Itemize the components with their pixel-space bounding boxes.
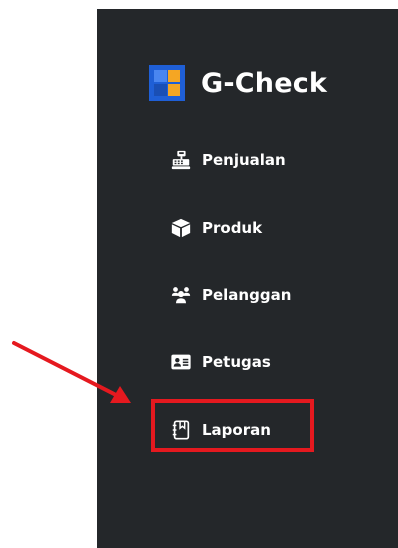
sidebar: G-Check Penjualan Produk Pelanggan Petug… <box>97 9 398 548</box>
users-icon <box>169 283 193 307</box>
id-card-icon <box>169 350 193 374</box>
sidebar-item-produk[interactable]: Produk <box>169 213 262 243</box>
sidebar-item-pelanggan[interactable]: Pelanggan <box>169 280 291 310</box>
sidebar-item-penjualan[interactable]: Penjualan <box>169 145 286 175</box>
sidebar-item-label: Produk <box>202 219 263 237</box>
cash-register-icon <box>169 148 193 172</box>
box-icon <box>169 216 193 240</box>
sidebar-item-label: Pelanggan <box>202 286 292 304</box>
sidebar-item-label: Laporan <box>202 421 271 439</box>
sidebar-item-label: Petugas <box>202 353 271 371</box>
notebook-icon <box>169 418 193 442</box>
sidebar-item-label: Penjualan <box>202 151 286 169</box>
sidebar-item-laporan[interactable]: Laporan <box>169 415 271 445</box>
sidebar-item-petugas[interactable]: Petugas <box>169 347 271 377</box>
page: G-Check Penjualan Produk Pelanggan Petug… <box>0 0 398 548</box>
g-check-logo-icon <box>149 65 185 101</box>
brand-name: G-Check <box>201 67 328 99</box>
brand[interactable]: G-Check <box>149 65 327 101</box>
